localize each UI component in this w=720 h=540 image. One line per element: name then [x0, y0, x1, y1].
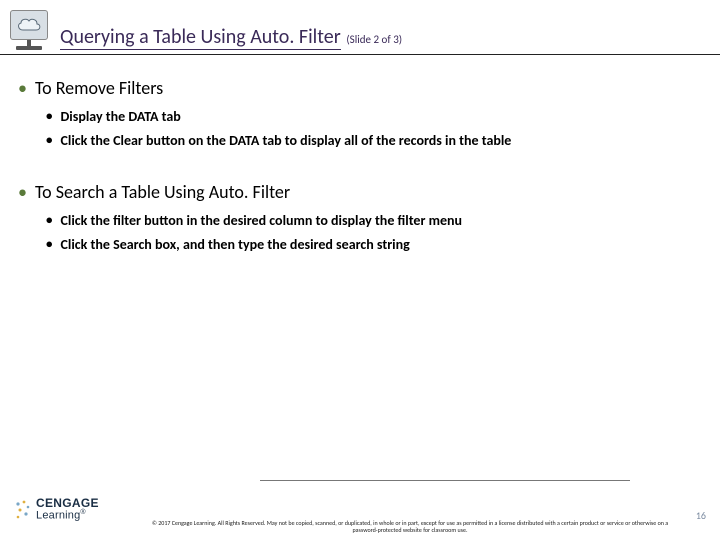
list-item-text: Click the filter button in the desired c… — [60, 212, 462, 230]
bullet-icon: • — [46, 236, 52, 254]
section-heading: • To Search a Table Using Auto. Filter — [18, 181, 702, 203]
slide-body: • To Remove Filters • Display the DATA t… — [0, 55, 720, 257]
section-heading-text: To Remove Filters — [35, 77, 163, 99]
copyright-notice: © 2017 Cengage Learning. All Rights Rese… — [150, 520, 670, 534]
section-heading-text: To Search a Table Using Auto. Filter — [35, 181, 290, 203]
slide-header: Querying a Table Using Auto. Filter (Sli… — [0, 0, 720, 55]
brand-sub: Learning® — [36, 509, 99, 522]
bullet-icon: • — [46, 212, 52, 230]
brand-logo: CENGAGE Learning® — [14, 497, 99, 522]
list-item: • Click the Clear button on the DATA tab… — [46, 129, 702, 153]
slide-subtitle: (Slide 2 of 3) — [346, 33, 402, 48]
brand-mark-icon — [14, 499, 32, 521]
list-item: • Click the Search box, and then type th… — [46, 233, 702, 257]
header-icon-column — [10, 10, 48, 50]
cloud-icon — [10, 10, 48, 40]
bullet-icon: • — [46, 132, 52, 150]
bullet-icon: • — [18, 77, 27, 99]
list-item-text: Click the Search box, and then type the … — [60, 236, 409, 254]
header-row: Querying a Table Using Auto. Filter (Sli… — [10, 10, 710, 50]
list-item-text: Display the DATA tab — [60, 108, 180, 126]
sub-list: • Display the DATA tab • Click the Clear… — [46, 105, 702, 153]
list-item: • Click the filter button in the desired… — [46, 209, 702, 233]
monitor-stand-icon — [10, 40, 48, 50]
list-item-text: Click the Clear button on the DATA tab t… — [60, 132, 511, 150]
slide-footer: CENGAGE Learning® © 2017 Cengage Learnin… — [0, 480, 720, 540]
slide-title: Querying a Table Using Auto. Filter — [60, 25, 341, 50]
footer-rule — [260, 480, 630, 481]
title-wrap: Querying a Table Using Auto. Filter (Sli… — [60, 25, 402, 50]
brand-text: CENGAGE Learning® — [36, 497, 99, 522]
brand-name: CENGAGE — [36, 497, 99, 509]
bullet-icon: • — [18, 181, 27, 203]
bullet-icon: • — [46, 108, 52, 126]
slide: Querying a Table Using Auto. Filter (Sli… — [0, 0, 720, 540]
sub-list: • Click the filter button in the desired… — [46, 209, 702, 257]
section-heading: • To Remove Filters — [18, 77, 702, 99]
page-number: 16 — [696, 509, 706, 522]
list-item: • Display the DATA tab — [46, 105, 702, 129]
